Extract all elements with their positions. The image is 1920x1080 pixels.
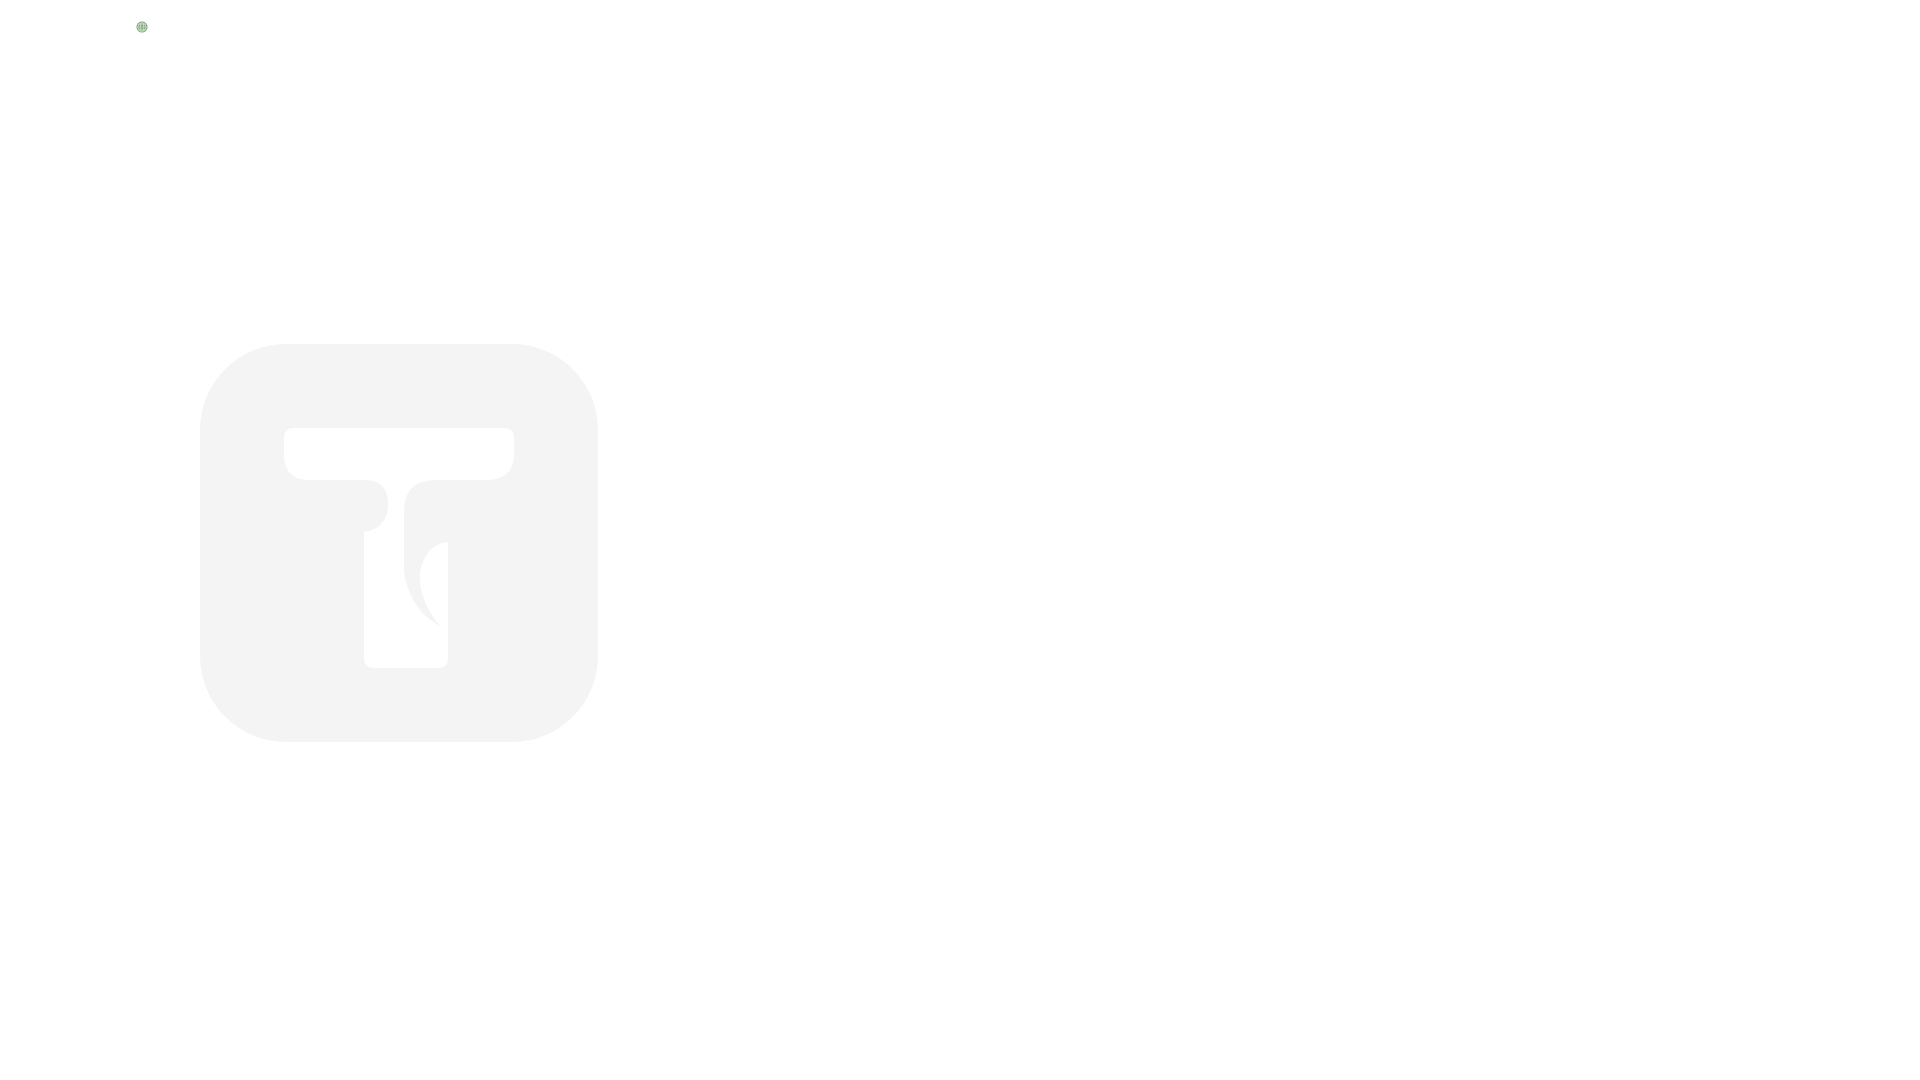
logo-left-hole [348, 500, 376, 528]
logo-right-hole [420, 500, 448, 528]
globe-icon [136, 20, 148, 33]
t-logo-icon [200, 344, 598, 742]
blank-loading-page [0, 0, 1920, 1080]
